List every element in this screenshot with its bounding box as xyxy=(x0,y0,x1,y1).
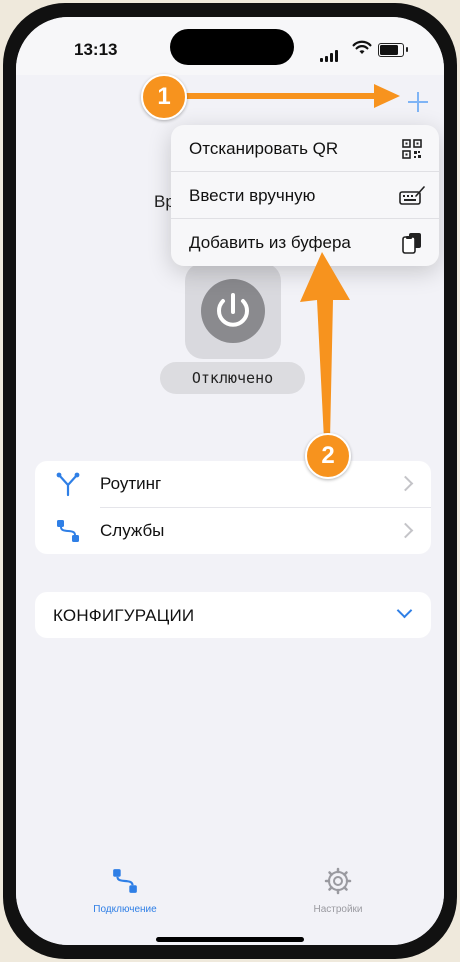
annotation-badge-2: 2 xyxy=(305,433,351,479)
annotation-arrows xyxy=(181,84,400,440)
annotation-badge-1: 1 xyxy=(141,74,187,120)
tutorial-overlay: 1 2 xyxy=(0,0,460,962)
